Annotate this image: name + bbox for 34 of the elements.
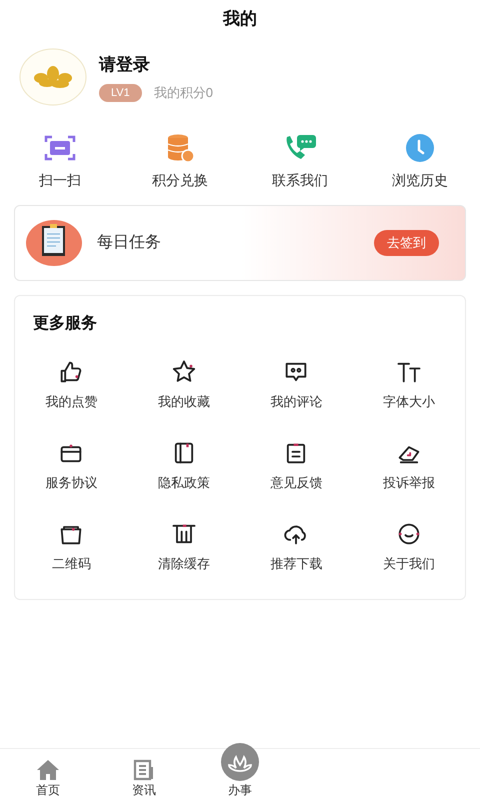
- section-title: 更多服务: [33, 314, 98, 334]
- page-title: 我的: [223, 8, 257, 30]
- level-badge: LV1: [99, 84, 142, 102]
- service-item[interactable]: 清除缓存: [128, 510, 240, 591]
- news-icon: [133, 759, 155, 781]
- flower-icon: [221, 743, 259, 781]
- tab-bar-item[interactable]: 办事: [192, 743, 288, 800]
- scan-icon: [44, 134, 76, 162]
- service-item[interactable]: 推荐下载: [240, 510, 352, 591]
- service-item[interactable]: 隐私政策: [128, 429, 240, 510]
- service-item[interactable]: 意见反馈: [240, 429, 352, 510]
- task-title: 每日任务: [97, 233, 162, 253]
- login-prompt[interactable]: 请登录: [99, 52, 213, 77]
- quick-action[interactable]: 扫一扫: [0, 132, 120, 191]
- service-item[interactable]: 我的评论: [240, 348, 352, 429]
- coin-stack-icon: [165, 133, 195, 163]
- avatar-icon: [19, 48, 87, 106]
- quick-action[interactable]: 联系我们: [240, 132, 360, 191]
- service-item[interactable]: 我的收藏: [128, 348, 240, 429]
- service-item[interactable]: 二维码: [15, 510, 128, 591]
- service-item[interactable]: 我的点赞: [15, 348, 128, 429]
- check-in-button[interactable]: 去签到: [374, 230, 439, 256]
- service-item[interactable]: 服务协议: [15, 429, 128, 510]
- service-item[interactable]: 字体大小: [352, 348, 465, 429]
- clipboard-icon: [25, 219, 83, 267]
- home-icon: [36, 759, 60, 781]
- service-item[interactable]: 关于我们: [352, 510, 465, 591]
- clock-icon: [405, 133, 435, 163]
- quick-action[interactable]: 浏览历史: [360, 132, 480, 191]
- service-item[interactable]: 投诉举报: [352, 429, 465, 510]
- quick-action[interactable]: 积分兑换: [120, 132, 240, 191]
- tab-bar-item[interactable]: 资讯: [96, 759, 192, 800]
- tab-bar-item[interactable]: 首页: [0, 759, 96, 800]
- points-text: 我的积分0: [154, 84, 213, 102]
